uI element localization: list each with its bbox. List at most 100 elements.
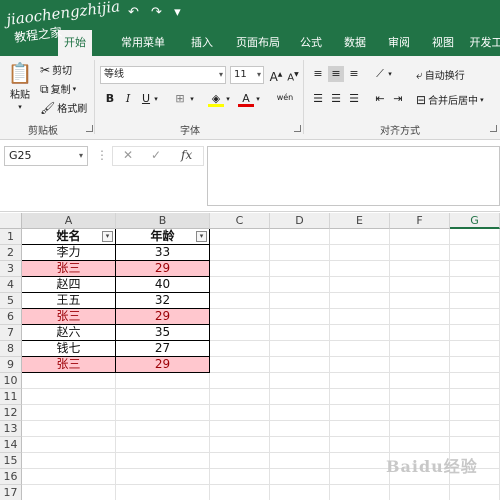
row-header-5[interactable]: 5 xyxy=(0,293,22,309)
cell-f7[interactable] xyxy=(390,325,450,341)
paste-button[interactable]: 📋 粘贴 ▾ xyxy=(6,62,34,111)
cell-f3[interactable] xyxy=(390,261,450,277)
cell-b15[interactable] xyxy=(116,453,210,469)
cell-d13[interactable] xyxy=(270,421,330,437)
formula-input[interactable] xyxy=(207,146,500,206)
cell-e3[interactable] xyxy=(330,261,390,277)
cell-a12[interactable] xyxy=(22,405,116,421)
row-header-12[interactable]: 12 xyxy=(0,405,22,421)
select-all-corner[interactable] xyxy=(0,213,22,229)
cell-f5[interactable] xyxy=(390,293,450,309)
cell-d10[interactable] xyxy=(270,373,330,389)
cell-c11[interactable] xyxy=(210,389,270,405)
row-header-6[interactable]: 6 xyxy=(0,309,22,325)
cell-b14[interactable] xyxy=(116,437,210,453)
tab-4[interactable]: 页面布局 xyxy=(230,30,286,56)
cell-e2[interactable] xyxy=(330,245,390,261)
cell-d2[interactable] xyxy=(270,245,330,261)
cell-c10[interactable] xyxy=(210,373,270,389)
row-header-8[interactable]: 8 xyxy=(0,341,22,357)
align-bottom-icon[interactable]: ≡ xyxy=(346,66,362,82)
alignment-launcher-icon[interactable] xyxy=(490,125,497,132)
cell-f11[interactable] xyxy=(390,389,450,405)
cell-d6[interactable] xyxy=(270,309,330,325)
cell-b2[interactable]: 33 xyxy=(116,245,210,261)
cell-g14[interactable] xyxy=(450,437,500,453)
cell-b1[interactable]: 年龄 ▾ xyxy=(116,229,210,245)
cell-d3[interactable] xyxy=(270,261,330,277)
cell-f6[interactable] xyxy=(390,309,450,325)
cell-d8[interactable] xyxy=(270,341,330,357)
cut-button[interactable]: ✂ 剪切 xyxy=(40,62,72,78)
row-header-1[interactable]: 1 xyxy=(0,229,22,245)
formula-bar-grip-icon[interactable]: ⋮ xyxy=(96,148,108,162)
cell-b4[interactable]: 40 xyxy=(116,277,210,293)
fill-color-dropdown-icon[interactable]: ▾ xyxy=(224,91,232,107)
column-header-d[interactable]: D xyxy=(270,213,330,229)
cell-g7[interactable] xyxy=(450,325,500,341)
border-icon[interactable]: ⊞ xyxy=(172,91,188,107)
cell-a17[interactable] xyxy=(22,485,116,500)
tab-8[interactable]: 视图 xyxy=(424,30,462,56)
align-right-icon[interactable]: ☰ xyxy=(346,91,362,107)
grow-font-button[interactable]: A▲ xyxy=(268,67,284,84)
cell-b17[interactable] xyxy=(116,485,210,500)
cell-g12[interactable] xyxy=(450,405,500,421)
cell-e5[interactable] xyxy=(330,293,390,309)
row-header-3[interactable]: 3 xyxy=(0,261,22,277)
cell-g8[interactable] xyxy=(450,341,500,357)
cell-c3[interactable] xyxy=(210,261,270,277)
cell-d14[interactable] xyxy=(270,437,330,453)
cell-e16[interactable] xyxy=(330,469,390,485)
cell-f8[interactable] xyxy=(390,341,450,357)
cell-b13[interactable] xyxy=(116,421,210,437)
cell-d9[interactable] xyxy=(270,357,330,373)
cell-g2[interactable] xyxy=(450,245,500,261)
cell-f14[interactable] xyxy=(390,437,450,453)
tab-7[interactable]: 审阅 xyxy=(380,30,418,56)
cell-g3[interactable] xyxy=(450,261,500,277)
row-header-16[interactable]: 16 xyxy=(0,469,22,485)
customize-qat-icon[interactable]: ▾ xyxy=(174,5,185,20)
cell-d7[interactable] xyxy=(270,325,330,341)
cell-c7[interactable] xyxy=(210,325,270,341)
cell-e14[interactable] xyxy=(330,437,390,453)
italic-button[interactable]: I xyxy=(120,91,136,107)
cell-g4[interactable] xyxy=(450,277,500,293)
cell-c13[interactable] xyxy=(210,421,270,437)
name-box[interactable]: G25 ▾ xyxy=(4,146,88,166)
font-name-combo[interactable]: 等线 ▾ xyxy=(100,66,226,84)
row-header-4[interactable]: 4 xyxy=(0,277,22,293)
cell-a6[interactable]: 张三 xyxy=(22,309,116,325)
cell-b3[interactable]: 29 xyxy=(116,261,210,277)
align-left-icon[interactable]: ☰ xyxy=(310,91,326,107)
border-dropdown-icon[interactable]: ▾ xyxy=(188,91,196,107)
cell-a16[interactable] xyxy=(22,469,116,485)
cell-a10[interactable] xyxy=(22,373,116,389)
orientation-dropdown-icon[interactable]: ▾ xyxy=(386,66,394,82)
wrap-text-button[interactable]: ⤶ 自动换行 xyxy=(416,67,465,83)
cell-c14[interactable] xyxy=(210,437,270,453)
cell-a3[interactable]: 张三 xyxy=(22,261,116,277)
shrink-font-button[interactable]: A▼ xyxy=(285,67,301,83)
cell-a4[interactable]: 赵四 xyxy=(22,277,116,293)
font-launcher-icon[interactable] xyxy=(294,125,301,132)
cell-a8[interactable]: 钱七 xyxy=(22,341,116,357)
cell-a14[interactable] xyxy=(22,437,116,453)
cell-a13[interactable] xyxy=(22,421,116,437)
cell-a9[interactable]: 张三 xyxy=(22,357,116,373)
cell-f2[interactable] xyxy=(390,245,450,261)
cell-a5[interactable]: 王五 xyxy=(22,293,116,309)
insert-function-icon[interactable]: fx xyxy=(181,148,192,162)
cell-f9[interactable] xyxy=(390,357,450,373)
cell-f12[interactable] xyxy=(390,405,450,421)
column-header-g[interactable]: G xyxy=(450,213,500,229)
tab-9[interactable]: 开发工 xyxy=(466,30,500,56)
cell-a7[interactable]: 赵六 xyxy=(22,325,116,341)
cell-a1[interactable]: 姓名 ▾ xyxy=(22,229,116,245)
cell-e10[interactable] xyxy=(330,373,390,389)
format-painter-button[interactable]: 🖌 格式刷 xyxy=(40,100,87,116)
cell-b11[interactable] xyxy=(116,389,210,405)
cell-e12[interactable] xyxy=(330,405,390,421)
cell-d1[interactable] xyxy=(270,229,330,245)
